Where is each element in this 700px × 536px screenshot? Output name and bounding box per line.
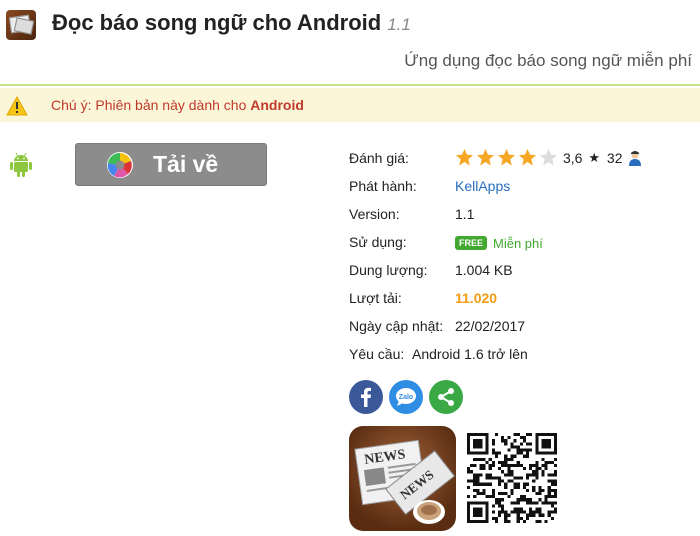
star-icon[interactable] [455,148,474,167]
license-label: Sử dụng: [349,234,407,250]
size-label: Dung lượng: [349,262,428,278]
android-icon [10,152,32,177]
rating-stars[interactable]: 3,6 ★ 32 [455,148,642,168]
publisher-label: Phát hành: [349,178,417,194]
download-logo-icon [107,152,133,178]
news-app-icon-large: NEWS NEWS [349,426,456,531]
free-badge: FREE [455,236,488,251]
qr-code-icon [467,433,557,523]
page-title: Đọc báo song ngữ cho Android 1.1 [52,10,411,36]
rating-count: 32 [606,149,623,166]
license-text: Miễn phí [493,235,543,251]
svg-text:Zalo: Zalo [399,394,413,401]
downloads-value: 11.020 [455,290,498,306]
star-icon[interactable] [497,148,516,167]
zalo-share-button[interactable]: Zalo [389,380,423,414]
star-icon[interactable] [518,148,537,167]
notice-prefix: Chú ý: Phiên bản này dành cho [51,97,247,113]
page-subtitle: Ứng dụng đọc báo song ngữ miễn phí [404,51,692,70]
publisher-link[interactable]: KellApps [455,178,510,194]
requirement-label: Yêu cầu: [349,346,405,362]
app-header: Đọc báo song ngữ cho Android 1.1 Ứng dụng… [0,0,700,86]
star-empty-icon[interactable] [539,148,558,167]
share-icon [438,388,454,406]
version-tag: 1.1 [387,15,411,34]
facebook-icon [361,387,371,407]
warning-icon [6,96,28,116]
platform-notice: Chú ý: Phiên bản này dành cho Android [0,88,700,122]
license-value: FREE Miễn phí [455,234,543,251]
zalo-icon: Zalo [396,388,416,406]
size-value: 1.004 KB [455,262,513,278]
rating-count-star: ★ [588,149,601,165]
updated-label: Ngày cập nhật: [349,318,444,334]
rating-score: 3,6 [563,149,583,166]
notice-text: Chú ý: Phiên bản này dành cho Android [51,97,304,113]
downloads-label: Lượt tải: [349,290,402,306]
download-label: Tải về [153,151,219,177]
download-button[interactable]: Tải về [75,143,267,186]
news-app-icon [6,10,36,40]
share-button[interactable] [429,380,463,414]
facebook-share-button[interactable] [349,380,383,414]
app-title: Đọc báo song ngữ cho Android [52,10,382,35]
rating-label: Đánh giá: [349,150,409,166]
version-label: Version: [349,206,400,222]
updated-value: 22/02/2017 [455,318,526,334]
requirement-value: Android 1.6 trở lên [412,346,528,362]
star-icon[interactable] [476,148,495,167]
version-value: 1.1 [455,206,475,222]
user-icon [629,150,642,166]
notice-platform: Android [250,97,304,113]
